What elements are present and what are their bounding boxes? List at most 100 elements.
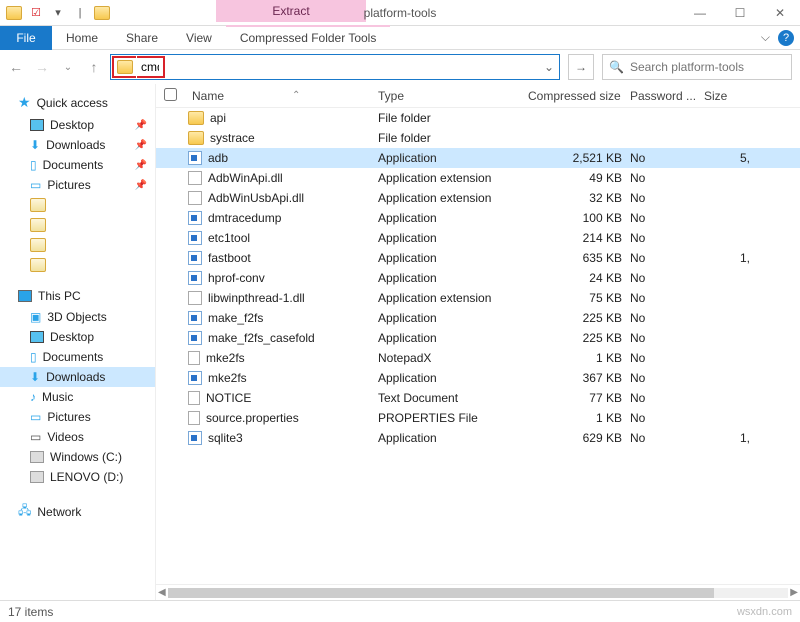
documents-icon: ▯ [30, 350, 37, 364]
file-tab[interactable]: File [0, 26, 52, 50]
file-row[interactable]: apiFile folder [156, 108, 800, 128]
navigation-pane: ★ Quick access Desktop📌 ⬇Downloads📌 ▯Doc… [0, 84, 156, 600]
back-button[interactable]: ← [8, 59, 24, 75]
nav-item-pictures[interactable]: ▭Pictures [0, 407, 155, 427]
collapse-ribbon-icon[interactable]: ⌵ [761, 30, 770, 45]
file-password: No [630, 331, 704, 345]
file-row[interactable]: hprof-convApplication24 KBNo [156, 268, 800, 288]
address-bar[interactable]: ⌄ [110, 54, 560, 80]
file-row[interactable]: AdbWinApi.dllApplication extension49 KBN… [156, 168, 800, 188]
file-row[interactable]: source.propertiesPROPERTIES File1 KBNo [156, 408, 800, 428]
address-dropdown-icon[interactable]: ⌄ [539, 60, 559, 74]
nav-item-folder[interactable] [0, 235, 155, 255]
scrollbar-thumb[interactable] [168, 588, 714, 598]
forward-button[interactable]: → [34, 59, 50, 75]
file-compressed-size: 100 KB [528, 211, 630, 225]
pictures-icon: ▭ [30, 410, 41, 424]
tab-share[interactable]: Share [112, 26, 172, 50]
quick-access-label: Quick access [37, 96, 108, 110]
file-type: Application [378, 311, 528, 325]
file-row[interactable]: AdbWinUsbApi.dllApplication extension32 … [156, 188, 800, 208]
nav-label: Music [42, 390, 73, 404]
file-name: AdbWinUsbApi.dll [188, 191, 378, 205]
file-row[interactable]: mke2fsNotepadX1 KBNo [156, 348, 800, 368]
tab-compressed-tools[interactable]: Compressed Folder Tools [226, 25, 391, 49]
horizontal-scrollbar[interactable]: ◀ ▶ [156, 584, 800, 600]
save-icon[interactable]: ☑ [28, 5, 44, 21]
nav-item-documents[interactable]: ▯Documents [0, 347, 155, 367]
contextual-tab-header: Extract [216, 0, 366, 22]
go-button[interactable]: → [568, 54, 594, 80]
scroll-left-icon[interactable]: ◀ [158, 587, 166, 598]
recent-dropdown-icon[interactable]: ⌄ [60, 62, 76, 73]
file-name: adb [188, 151, 378, 165]
file-row[interactable]: etc1toolApplication214 KBNo [156, 228, 800, 248]
file-row[interactable]: sqlite3Application629 KBNo1, [156, 428, 800, 448]
file-type: Application extension [378, 171, 528, 185]
search-box[interactable]: 🔍 [602, 54, 792, 80]
file-row[interactable]: NOTICEText Document77 KBNo [156, 388, 800, 408]
file-compressed-size: 1 KB [528, 411, 630, 425]
file-compressed-size: 225 KB [528, 331, 630, 345]
nav-item-folder[interactable] [0, 215, 155, 235]
folder-icon [30, 198, 46, 212]
file-type: Application extension [378, 191, 528, 205]
navigation-row: ← → ⌄ ↑ ⌄ → 🔍 [0, 50, 800, 84]
nav-item-music[interactable]: ♪Music [0, 387, 155, 407]
file-type: Application [378, 371, 528, 385]
nav-item-downloads[interactable]: ⬇Downloads📌 [0, 135, 155, 155]
nav-item-drive-c[interactable]: Windows (C:) [0, 447, 155, 467]
network-header[interactable]: 🖧Network [0, 497, 155, 526]
quick-access-header[interactable]: ★ Quick access [0, 90, 155, 115]
file-row[interactable]: make_f2fsApplication225 KBNo [156, 308, 800, 328]
file-row[interactable]: adbApplication2,521 KBNo5, [156, 148, 800, 168]
select-all-checkbox[interactable] [164, 88, 188, 104]
this-pc-header[interactable]: This PC [0, 285, 155, 307]
application-icon [188, 431, 202, 445]
file-compressed-size: 77 KB [528, 391, 630, 405]
folder-icon [30, 258, 46, 272]
file-password: No [630, 311, 704, 325]
scroll-right-icon[interactable]: ▶ [790, 587, 798, 598]
maximize-button[interactable]: ☐ [720, 0, 760, 26]
nav-item-folder[interactable] [0, 255, 155, 275]
scrollbar-track[interactable] [168, 588, 789, 598]
column-name[interactable]: Name⌃ [188, 89, 378, 103]
search-input[interactable] [630, 60, 785, 74]
file-name: systrace [188, 131, 378, 145]
file-row[interactable]: libwinpthread-1.dllApplication extension… [156, 288, 800, 308]
nav-item-downloads[interactable]: ⬇Downloads [0, 367, 155, 387]
file-row[interactable]: systraceFile folder [156, 128, 800, 148]
file-row[interactable]: fastbootApplication635 KBNo1, [156, 248, 800, 268]
file-row[interactable]: dmtracedumpApplication100 KBNo [156, 208, 800, 228]
file-list[interactable]: apiFile foldersystraceFile folderadbAppl… [156, 108, 800, 584]
close-button[interactable]: ✕ [760, 0, 800, 26]
nav-item-documents[interactable]: ▯Documents📌 [0, 155, 155, 175]
downloads-icon: ⬇ [30, 370, 40, 384]
file-row[interactable]: make_f2fs_casefoldApplication225 KBNo [156, 328, 800, 348]
nav-item-pictures[interactable]: ▭Pictures📌 [0, 175, 155, 195]
column-size[interactable]: Size [704, 89, 754, 103]
address-input[interactable] [137, 56, 165, 78]
tab-view[interactable]: View [172, 26, 226, 50]
nav-item-3d-objects[interactable]: ▣3D Objects [0, 307, 155, 327]
up-button[interactable]: ↑ [86, 59, 102, 75]
dropdown-icon[interactable]: ▾ [50, 5, 66, 21]
column-type[interactable]: Type [378, 89, 528, 103]
column-compressed-size[interactable]: Compressed size [528, 89, 630, 103]
window-controls: — ☐ ✕ [680, 0, 800, 26]
nav-item-desktop[interactable]: Desktop [0, 327, 155, 347]
tab-home[interactable]: Home [52, 26, 112, 50]
nav-item-videos[interactable]: ▭Videos [0, 427, 155, 447]
file-compressed-size: 225 KB [528, 311, 630, 325]
nav-item-desktop[interactable]: Desktop📌 [0, 115, 155, 135]
nav-label: 3D Objects [47, 310, 106, 324]
status-bar: 17 items wsxdn.com [0, 600, 800, 622]
nav-item-folder[interactable] [0, 195, 155, 215]
column-password[interactable]: Password ... [630, 89, 704, 103]
help-icon[interactable]: ? [778, 30, 794, 46]
minimize-button[interactable]: — [680, 0, 720, 26]
nav-item-drive-d[interactable]: LENOVO (D:) [0, 467, 155, 487]
file-type: Application [378, 231, 528, 245]
file-row[interactable]: mke2fsApplication367 KBNo [156, 368, 800, 388]
